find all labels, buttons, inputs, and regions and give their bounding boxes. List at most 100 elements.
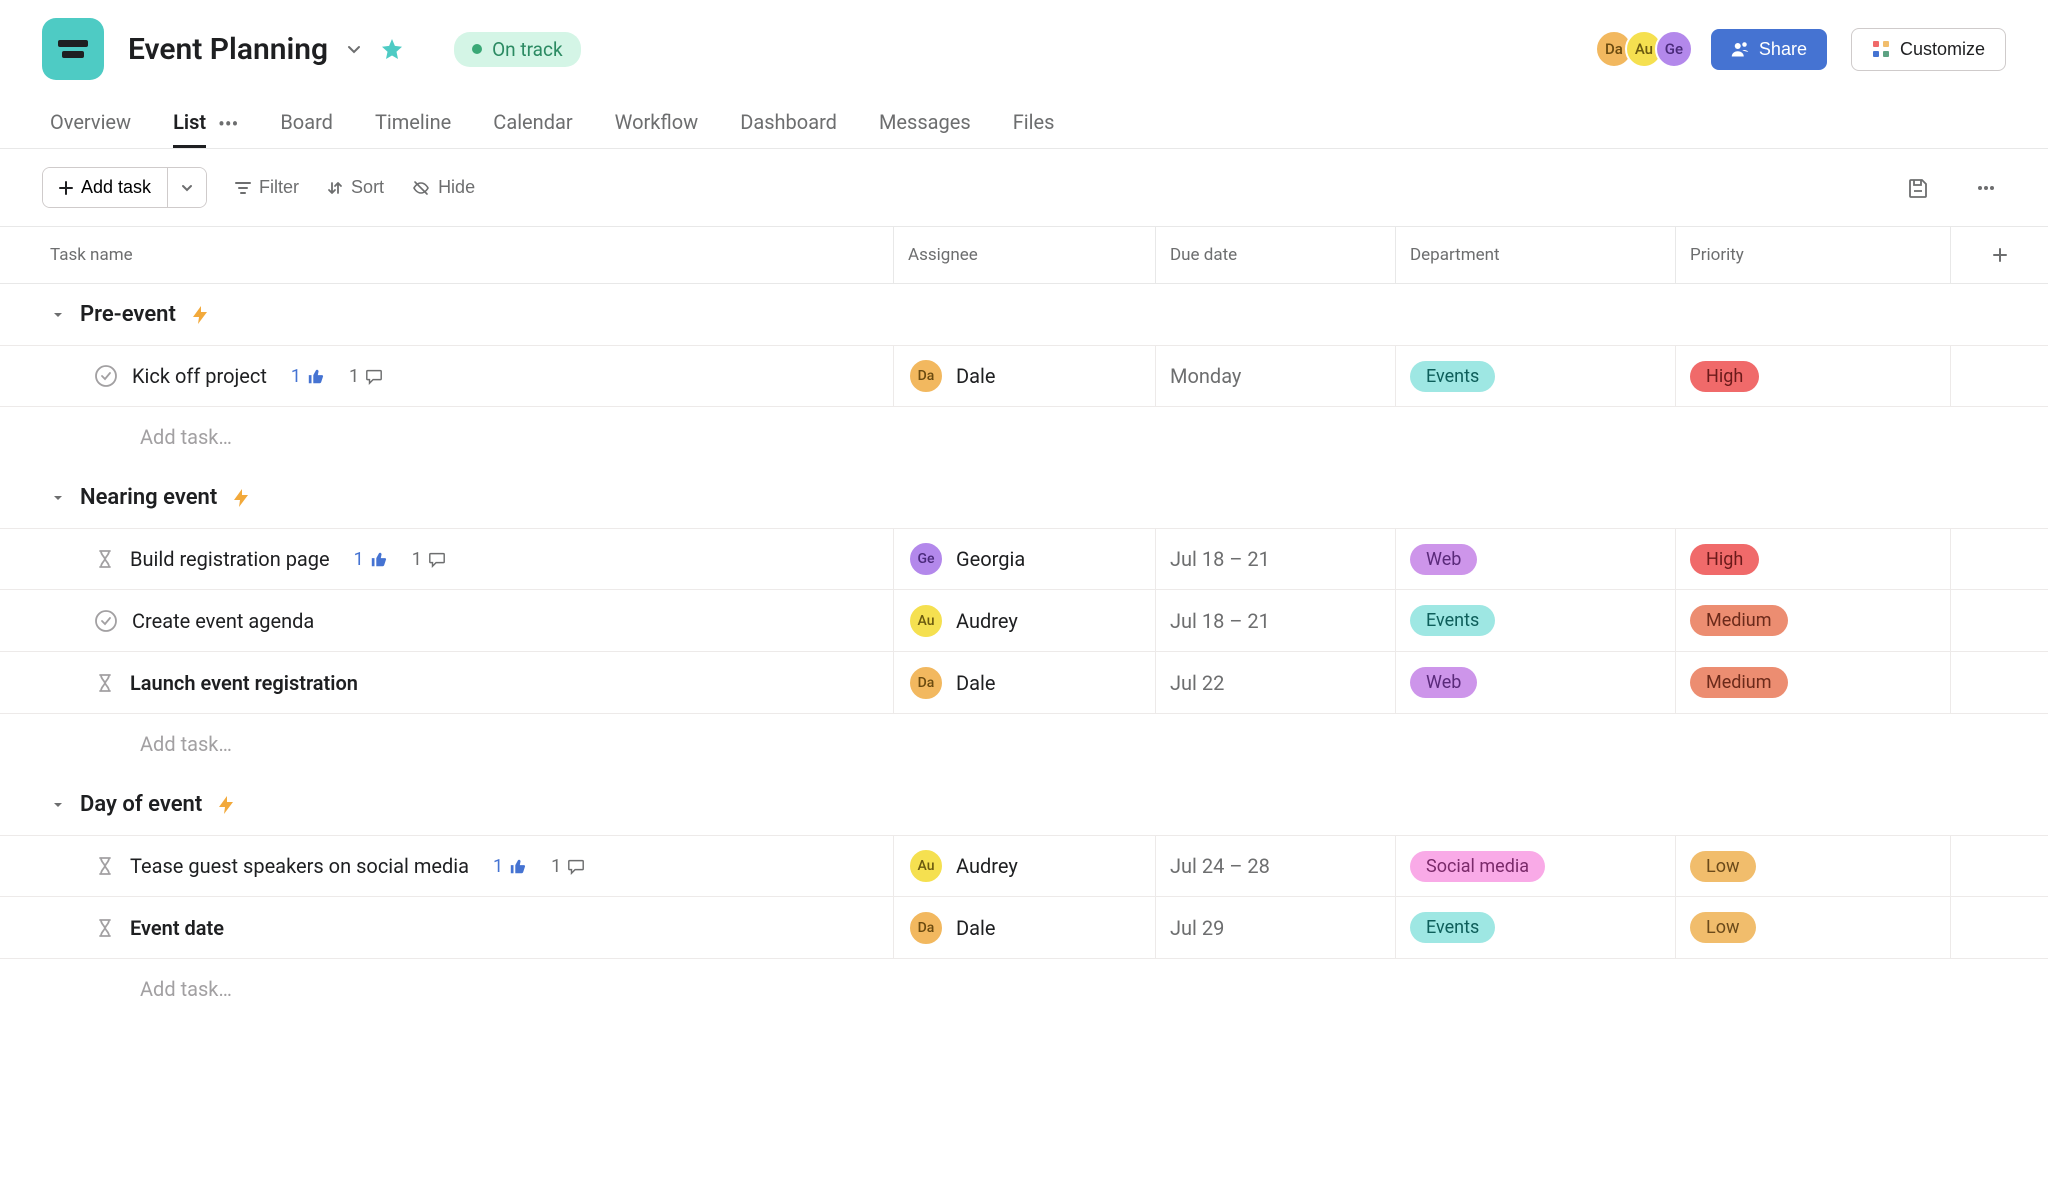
add-task-button[interactable]: Add task xyxy=(43,168,167,207)
column-department[interactable]: Department xyxy=(1395,227,1675,283)
section-collapse-icon[interactable] xyxy=(50,490,66,506)
task-assignee-cell[interactable]: DaDale xyxy=(893,346,1155,406)
filter-button[interactable]: Filter xyxy=(235,177,299,198)
task-main-cell[interactable]: Kick off project11 xyxy=(0,346,893,406)
task-priority-cell[interactable]: Low xyxy=(1675,836,1950,896)
add-column-button[interactable] xyxy=(1950,227,2048,283)
add-task-inline[interactable]: Add task… xyxy=(0,714,2048,774)
section-header[interactable]: Day of event xyxy=(0,774,2048,835)
project-members[interactable]: Da Au Ge xyxy=(1603,30,1693,68)
avatar: Ge xyxy=(1655,30,1693,68)
task-comments[interactable]: 1 xyxy=(349,366,383,387)
task-likes[interactable]: 1 xyxy=(493,856,527,877)
task-extra-cell[interactable] xyxy=(1950,529,2048,589)
task-due-cell[interactable]: Jul 24 – 28 xyxy=(1155,836,1395,896)
customize-button[interactable]: Customize xyxy=(1851,28,2006,71)
status-pill[interactable]: On track xyxy=(454,32,580,67)
add-task-inline[interactable]: Add task… xyxy=(0,959,2048,1019)
task-row[interactable]: Build registration page11GeGeorgiaJul 18… xyxy=(0,528,2048,590)
task-department-cell[interactable]: Web xyxy=(1395,652,1675,713)
task-department-cell[interactable]: Events xyxy=(1395,897,1675,958)
due-date-value: Jul 29 xyxy=(1170,916,1224,940)
task-row[interactable]: Create event agendaAuAudreyJul 18 – 21Ev… xyxy=(0,590,2048,652)
milestone-icon[interactable] xyxy=(94,672,116,694)
add-task-inline[interactable]: Add task… xyxy=(0,407,2048,467)
tab-messages[interactable]: Messages xyxy=(879,100,971,148)
hide-button[interactable]: Hide xyxy=(412,177,475,198)
task-row[interactable]: Kick off project11DaDaleMondayEventsHigh xyxy=(0,345,2048,407)
more-actions-button[interactable] xyxy=(1966,168,2006,208)
milestone-icon[interactable] xyxy=(94,548,116,570)
due-date-value: Monday xyxy=(1170,364,1241,388)
task-assignee-cell[interactable]: DaDale xyxy=(893,652,1155,713)
task-assignee-cell[interactable]: AuAudrey xyxy=(893,836,1155,896)
task-due-cell[interactable]: Jul 22 xyxy=(1155,652,1395,713)
task-department-cell[interactable]: Web xyxy=(1395,529,1675,589)
task-department-cell[interactable]: Events xyxy=(1395,590,1675,651)
task-main-cell[interactable]: Event date xyxy=(0,897,893,958)
column-priority[interactable]: Priority xyxy=(1675,227,1950,283)
task-comments[interactable]: 1 xyxy=(551,856,585,877)
tab-board[interactable]: Board xyxy=(280,100,333,148)
task-row[interactable]: Launch event registrationDaDaleJul 22Web… xyxy=(0,652,2048,714)
task-extra-cell[interactable] xyxy=(1950,897,2048,958)
milestone-icon[interactable] xyxy=(94,855,116,877)
task-due-cell[interactable]: Jul 29 xyxy=(1155,897,1395,958)
task-extra-cell[interactable] xyxy=(1950,590,2048,651)
task-due-cell[interactable]: Jul 18 – 21 xyxy=(1155,529,1395,589)
project-icon xyxy=(42,18,104,80)
task-likes[interactable]: 1 xyxy=(354,549,388,570)
task-main-cell[interactable]: Tease guest speakers on social media11 xyxy=(0,836,893,896)
task-assignee-cell[interactable]: GeGeorgia xyxy=(893,529,1155,589)
task-assignee-cell[interactable]: DaDale xyxy=(893,897,1155,958)
task-department-cell[interactable]: Social media xyxy=(1395,836,1675,896)
task-likes[interactable]: 1 xyxy=(291,366,325,387)
task-main-cell[interactable]: Launch event registration xyxy=(0,652,893,713)
task-assignee-cell[interactable]: AuAudrey xyxy=(893,590,1155,651)
star-icon[interactable] xyxy=(380,37,404,61)
rule-icon[interactable] xyxy=(216,795,236,815)
task-main-cell[interactable]: Build registration page11 xyxy=(0,529,893,589)
milestone-icon[interactable] xyxy=(94,917,116,939)
complete-toggle-icon[interactable] xyxy=(94,609,118,633)
tab-list[interactable]: List xyxy=(173,100,206,148)
task-priority-cell[interactable]: High xyxy=(1675,346,1950,406)
task-due-cell[interactable]: Jul 18 – 21 xyxy=(1155,590,1395,651)
section-collapse-icon[interactable] xyxy=(50,797,66,813)
task-comments[interactable]: 1 xyxy=(412,549,446,570)
section-header[interactable]: Pre-event xyxy=(0,284,2048,345)
complete-toggle-icon[interactable] xyxy=(94,364,118,388)
tab-list-more-icon[interactable]: ••• xyxy=(218,112,238,136)
save-layout-button[interactable] xyxy=(1898,168,1938,208)
column-assignee[interactable]: Assignee xyxy=(893,227,1155,283)
task-due-cell[interactable]: Monday xyxy=(1155,346,1395,406)
tab-calendar[interactable]: Calendar xyxy=(493,100,572,148)
section-collapse-icon[interactable] xyxy=(50,307,66,323)
column-task-name[interactable]: Task name xyxy=(0,227,893,283)
tab-dashboard[interactable]: Dashboard xyxy=(740,100,837,148)
task-extra-cell[interactable] xyxy=(1950,652,2048,713)
task-priority-cell[interactable]: Low xyxy=(1675,897,1950,958)
table-header: Task name Assignee Due date Department P… xyxy=(0,226,2048,284)
rule-icon[interactable] xyxy=(190,305,210,325)
task-row[interactable]: Tease guest speakers on social media11Au… xyxy=(0,835,2048,897)
add-task-dropdown[interactable] xyxy=(167,168,206,207)
tab-timeline[interactable]: Timeline xyxy=(375,100,451,148)
task-priority-cell[interactable]: High xyxy=(1675,529,1950,589)
task-department-cell[interactable]: Events xyxy=(1395,346,1675,406)
tab-overview[interactable]: Overview xyxy=(50,100,131,148)
task-priority-cell[interactable]: Medium xyxy=(1675,652,1950,713)
column-due-date[interactable]: Due date xyxy=(1155,227,1395,283)
share-button[interactable]: Share xyxy=(1711,29,1827,70)
tab-workflow[interactable]: Workflow xyxy=(615,100,699,148)
tab-files[interactable]: Files xyxy=(1013,100,1055,148)
task-main-cell[interactable]: Create event agenda xyxy=(0,590,893,651)
section-header[interactable]: Nearing event xyxy=(0,467,2048,528)
sort-button[interactable]: Sort xyxy=(327,177,384,198)
task-extra-cell[interactable] xyxy=(1950,346,2048,406)
task-row[interactable]: Event dateDaDale Jul 29 EventsLow xyxy=(0,897,2048,959)
rule-icon[interactable] xyxy=(231,488,251,508)
task-priority-cell[interactable]: Medium xyxy=(1675,590,1950,651)
task-extra-cell[interactable] xyxy=(1950,836,2048,896)
project-dropdown-caret[interactable] xyxy=(344,39,364,59)
